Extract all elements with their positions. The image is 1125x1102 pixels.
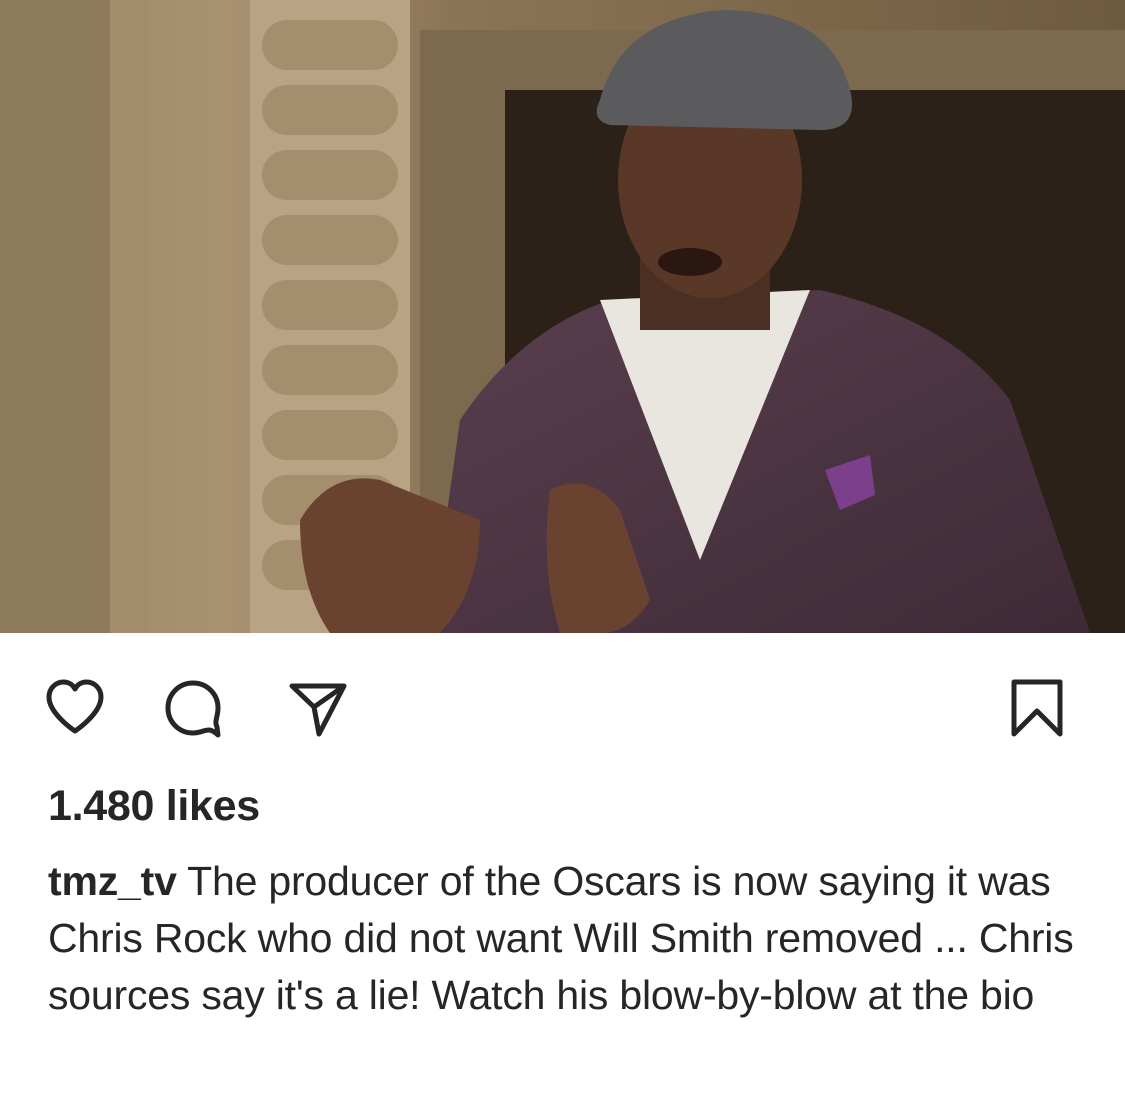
paper-plane-icon[interactable] xyxy=(287,677,349,739)
post-image[interactable] xyxy=(0,0,1125,633)
caption-text: The producer of the Oscars is now saying… xyxy=(48,858,1074,1018)
action-bar xyxy=(0,633,1125,763)
comment-bubble-icon[interactable] xyxy=(162,677,224,739)
post-caption: tmz_tv The producer of the Oscars is now… xyxy=(48,853,1088,1024)
post-photo xyxy=(0,0,1125,633)
bookmark-icon[interactable] xyxy=(1006,677,1068,739)
likes-count[interactable]: 1.480 likes xyxy=(48,780,260,832)
caption-username[interactable]: tmz_tv xyxy=(48,858,177,904)
heart-icon[interactable] xyxy=(44,677,106,739)
